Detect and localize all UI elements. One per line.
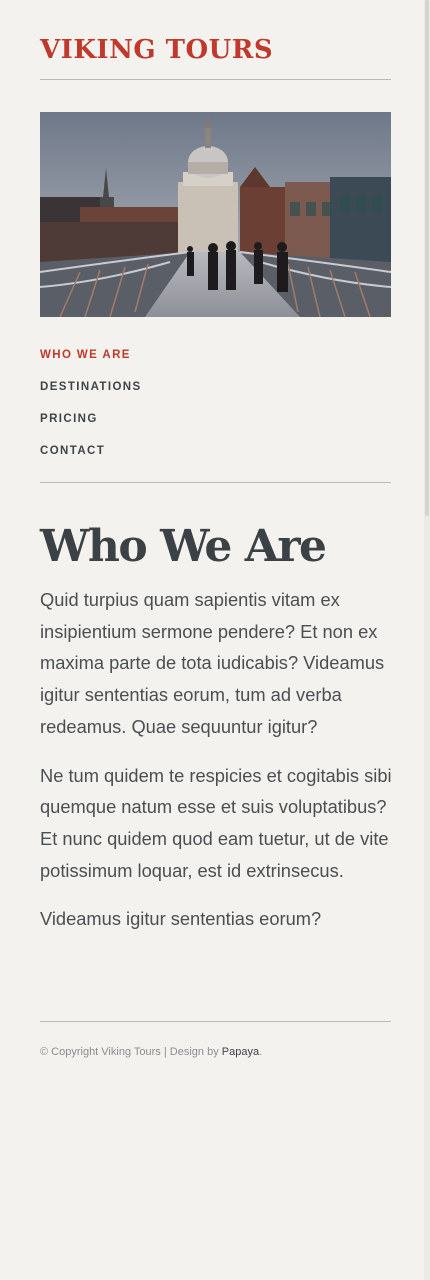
page-content: Quid turpius quam sapientis vitam ex ins… [40,584,392,952]
nav-item-contact[interactable]: CONTACT [40,442,142,474]
hero-image [40,112,391,317]
paragraph: Quid turpius quam sapientis vitam ex ins… [40,589,385,737]
nav-item-destinations[interactable]: DESTINATIONS [40,378,142,410]
scrollbar-thumb[interactable] [425,0,429,516]
footer-period: . [259,1046,263,1058]
footer-divider [40,1021,391,1022]
copyright-text: © Copyright Viking Tours | Design by [40,1046,222,1058]
site-logo[interactable]: VIKING TOURS [40,34,273,66]
nav-item-who-we-are[interactable]: WHO WE ARE [40,346,142,378]
page-title: Who We Are [40,521,327,572]
footer: © Copyright Viking Tours | Design by Pap… [40,1046,262,1058]
scrollbar-track[interactable] [424,0,430,1280]
paragraph: Videamus igitur sententias eorum? [40,908,322,930]
nav-divider [40,482,391,483]
paragraph: Ne tum quidem te respicies et cogitabis … [40,764,392,881]
designer-link[interactable]: Papaya [222,1046,259,1058]
main-nav: WHO WE ARE DESTINATIONS PRICING CONTACT [40,346,142,474]
header-divider [40,79,391,80]
nav-item-pricing[interactable]: PRICING [40,410,142,442]
